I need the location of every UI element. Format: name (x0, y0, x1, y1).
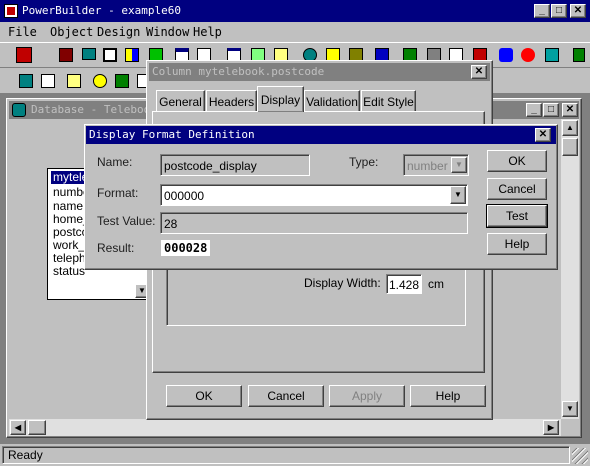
column-item[interactable]: status (53, 264, 85, 278)
column-ok-button[interactable]: OK (166, 385, 242, 407)
column-item[interactable]: teleph (53, 251, 86, 265)
format-test-label: Test (505, 209, 528, 223)
table-icon[interactable] (122, 45, 142, 65)
name-value: postcode_display (164, 159, 257, 173)
test-value: 28 (164, 217, 178, 231)
menu-object[interactable]: Object (50, 25, 93, 39)
tab-validation-label: Validation (306, 94, 358, 109)
runner-icon[interactable] (496, 45, 516, 65)
type-value: number (407, 159, 448, 173)
test-value-input[interactable]: 28 (160, 212, 468, 234)
column-help-label: Help (435, 389, 461, 403)
key-icon[interactable] (90, 71, 110, 91)
app-title: PowerBuilder - example60 (22, 4, 181, 17)
help-icon[interactable] (542, 45, 562, 65)
app-close-button[interactable]: ✕ (570, 4, 586, 18)
library-icon[interactable] (79, 45, 99, 65)
column-help-button[interactable]: Help (410, 385, 486, 407)
format-dialog-close-button[interactable]: ✕ (535, 128, 551, 142)
status-text: Ready (8, 448, 43, 462)
tab-edit-style[interactable]: Edit Style (361, 90, 416, 112)
app-minimize-button[interactable]: _ (534, 4, 550, 18)
column-dialog-close-button[interactable]: ✕ (471, 65, 487, 79)
format-combobox[interactable]: 000000 (160, 184, 468, 206)
format-dialog-title: Display Format Definition (89, 128, 255, 141)
db-vertical-scrollbar[interactable] (561, 119, 579, 419)
db-horizontal-scrollbar[interactable] (9, 419, 561, 436)
tab-general[interactable]: General (156, 90, 205, 112)
db-minimize-button[interactable]: _ (526, 103, 542, 117)
resize-grip-icon[interactable] (572, 448, 588, 464)
display-width-label: Display Width: (304, 276, 381, 290)
column-dialog-title-bar: Column mytelebook.postcode (149, 63, 490, 81)
name-input[interactable]: postcode_display (160, 154, 310, 176)
column-ok-label: OK (195, 389, 213, 403)
powerbuilder-logo-icon (4, 4, 18, 18)
name-label: Name: (97, 155, 133, 169)
menu-window[interactable]: Window (146, 25, 189, 39)
exit-icon[interactable] (570, 45, 590, 65)
type-label: Type: (349, 155, 379, 169)
result-value: 000028 (161, 240, 211, 256)
format-value: 000000 (164, 189, 205, 203)
stop-icon[interactable] (518, 45, 538, 65)
format-help-label: Help (504, 237, 530, 251)
vertical-scroll-thumb[interactable] (562, 138, 578, 156)
scroll-down-button[interactable]: ▼ (562, 401, 578, 417)
dbpainter-icon[interactable] (100, 45, 120, 65)
open-icon[interactable] (56, 45, 76, 65)
column-dialog-title: Column mytelebook.postcode (152, 65, 325, 78)
sql-icon[interactable] (112, 71, 132, 91)
result-label: Result: (97, 241, 135, 255)
column-item[interactable]: work_ (53, 238, 85, 252)
tab-general-label: General (159, 94, 202, 109)
column-apply-label: Apply (351, 389, 383, 403)
tab-edit-style-label: Edit Style (363, 94, 414, 109)
column-apply-button[interactable]: Apply (329, 385, 405, 407)
format-cancel-button[interactable]: Cancel (487, 178, 547, 200)
horizontal-scroll-thumb[interactable] (28, 420, 46, 435)
menu-help[interactable]: Help (193, 25, 222, 39)
app-maximize-button[interactable]: □ (551, 4, 567, 18)
format-dialog-title-bar: Display Format Definition (86, 126, 556, 144)
display-width-input[interactable]: 1.428 (386, 274, 422, 294)
column-list-icon[interactable] (38, 71, 58, 91)
database-icon (12, 103, 26, 117)
table-list-icon[interactable] (16, 71, 36, 91)
display-width-label-text: Display Width: (304, 276, 381, 290)
format-cancel-label: Cancel (498, 182, 536, 196)
display-width-value: 1.428 (389, 278, 420, 292)
powerbar-icon[interactable] (14, 45, 34, 65)
format-help-button[interactable]: Help (487, 233, 547, 255)
status-bar: Ready (2, 446, 570, 464)
tab-headers-label: Headers (208, 94, 255, 109)
scroll-left-button[interactable]: ◀ (10, 420, 26, 435)
tab-display-label: Display (260, 92, 301, 107)
database-window-title: Database - Telebook (31, 103, 157, 116)
format-dropdown-arrow-icon[interactable]: ▼ (450, 186, 466, 204)
format-ok-label: OK (508, 154, 526, 168)
menu-file[interactable]: File (8, 25, 37, 39)
menu-design[interactable]: Design (97, 25, 140, 39)
scroll-right-button[interactable]: ▶ (543, 420, 559, 435)
column-cancel-label: Cancel (267, 389, 305, 403)
column-item[interactable]: name (53, 199, 83, 213)
scroll-up-button[interactable]: ▲ (562, 120, 578, 136)
column-item[interactable]: postcc (53, 225, 88, 239)
db-close-button[interactable]: ✕ (562, 103, 578, 117)
type-dropdown-arrow-icon[interactable]: ▼ (451, 157, 467, 173)
tab-headers[interactable]: Headers (206, 90, 257, 112)
column-cancel-button[interactable]: Cancel (248, 385, 324, 407)
format-test-button[interactable]: Test (486, 204, 548, 228)
format-ok-button[interactable]: OK (487, 150, 547, 172)
format-label: Format: (97, 186, 139, 200)
app-title-bar: PowerBuilder - example60 (0, 0, 590, 22)
grid-icon[interactable] (64, 71, 84, 91)
tab-display[interactable]: Display (257, 86, 304, 112)
tab-validation[interactable]: Validation (304, 90, 360, 112)
db-maximize-button[interactable]: □ (543, 103, 559, 117)
test-value-label: Test Value: (97, 214, 156, 228)
display-width-unit: cm (428, 277, 444, 291)
